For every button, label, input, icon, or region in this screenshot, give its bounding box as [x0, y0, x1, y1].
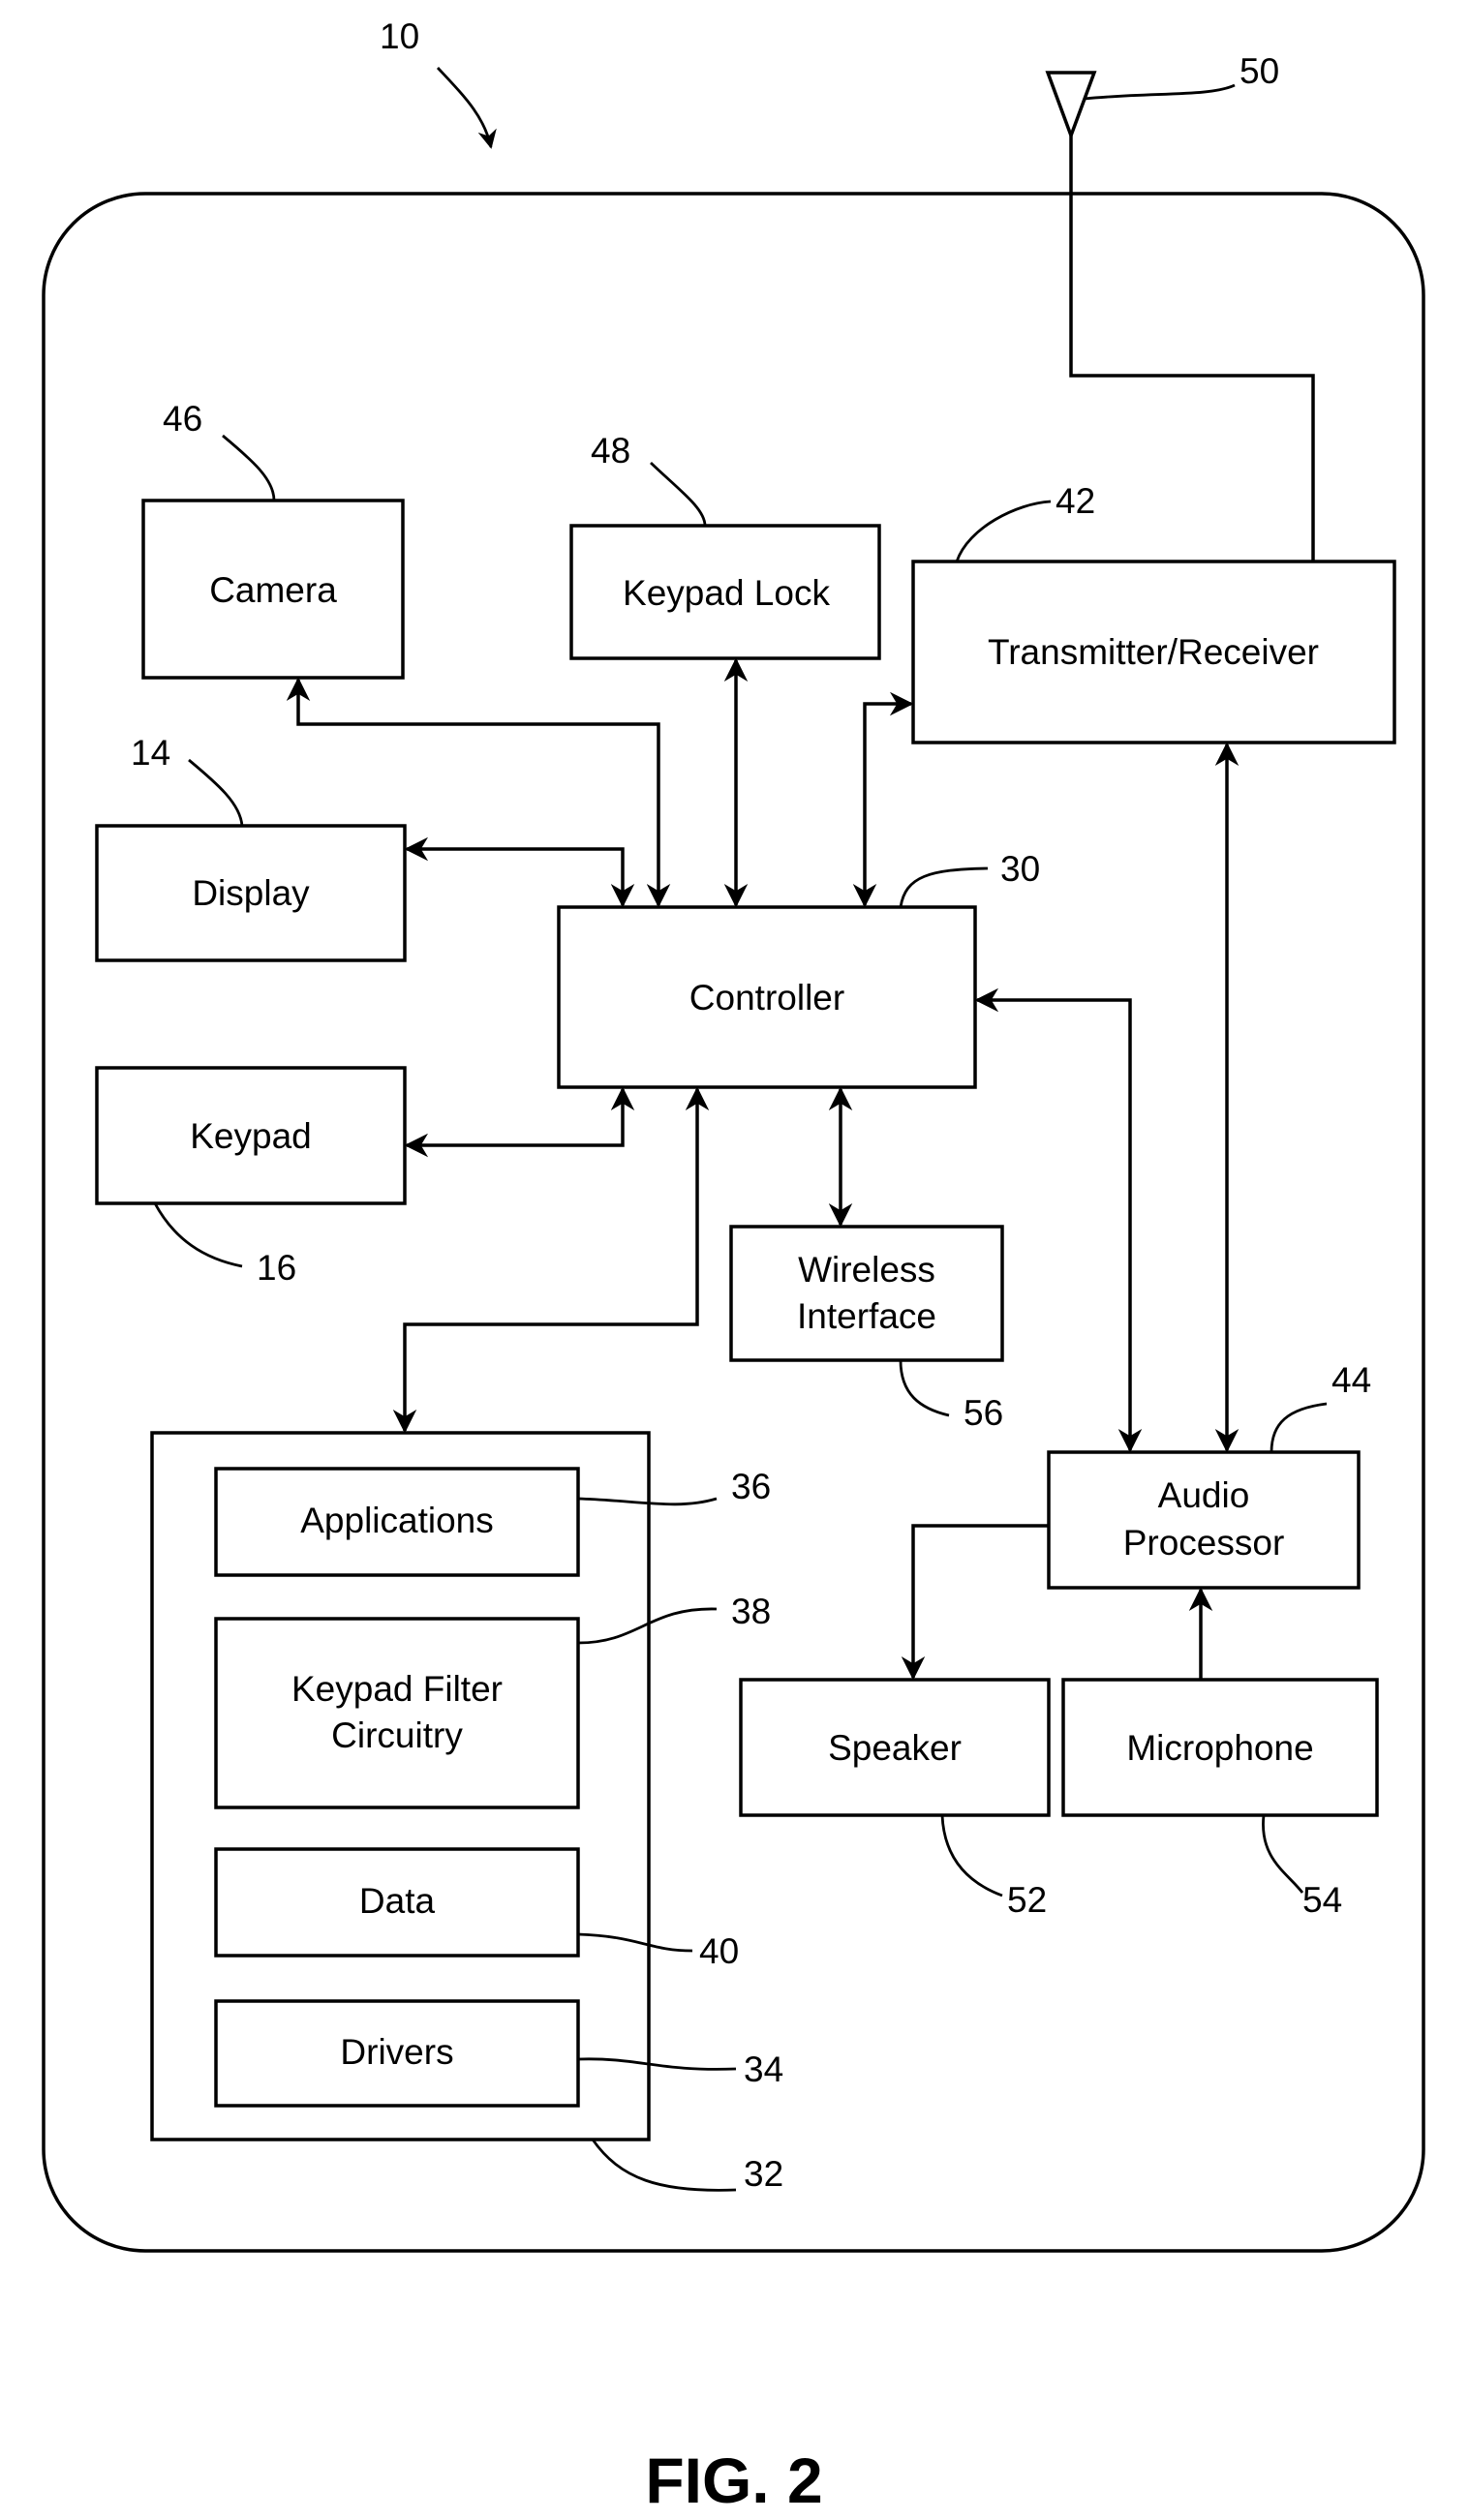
camera-block: Camera — [141, 499, 405, 680]
microphone-block: Microphone — [1061, 1678, 1379, 1817]
ref-drivers: 34 — [744, 2049, 783, 2089]
keypad-filter-label-2: Circuitry — [331, 1715, 463, 1755]
drivers-block: Drivers — [214, 1999, 580, 2108]
ref-transceiver: 42 — [1056, 481, 1095, 521]
keypad-filter-label-1: Keypad Filter — [291, 1669, 503, 1709]
keypad-filter-block: Keypad Filter Circuitry — [214, 1617, 580, 1809]
ref-memory: 32 — [744, 2154, 783, 2194]
audio-label-2: Processor — [1123, 1523, 1285, 1563]
display-label: Display — [192, 873, 310, 913]
ref-device: 10 — [380, 16, 419, 56]
ref-controller: 30 — [1000, 849, 1040, 889]
ref-speaker: 52 — [1007, 1880, 1047, 1920]
transceiver-block: Transmitter/Receiver — [911, 560, 1396, 744]
block-diagram: 10 50 Camera 46 Keypad Lock 48 Transmitt… — [42, 16, 1425, 2516]
ref-camera: 46 — [163, 399, 202, 439]
ref-antenna: 50 — [1239, 51, 1279, 91]
antenna-leader — [1084, 83, 1236, 101]
figure-caption: FIG. 2 — [645, 2444, 822, 2516]
ref-data: 40 — [699, 1931, 739, 1971]
ref-audio: 44 — [1331, 1360, 1371, 1400]
ref-keypad-lock: 48 — [591, 431, 630, 471]
audio-processor-block: Audio Processor — [1047, 1450, 1361, 1590]
display-block: Display — [95, 824, 407, 962]
ref-wireless: 56 — [964, 1393, 1003, 1433]
keypad-lock-label: Keypad Lock — [623, 573, 830, 613]
ref-applications: 36 — [731, 1467, 771, 1506]
wireless-label-1: Wireless — [798, 1250, 935, 1290]
speaker-label: Speaker — [828, 1728, 962, 1768]
microphone-label: Microphone — [1126, 1728, 1313, 1768]
wireless-interface-block: Wireless Interface — [729, 1225, 1004, 1362]
drivers-label: Drivers — [340, 2032, 453, 2072]
applications-block: Applications — [214, 1467, 580, 1577]
transceiver-label: Transmitter/Receiver — [988, 632, 1319, 672]
audio-label-1: Audio — [1158, 1475, 1250, 1515]
camera-label: Camera — [209, 570, 337, 610]
controller-label: Controller — [689, 978, 844, 1017]
controller-block: Controller — [557, 905, 977, 1089]
antenna-icon — [1045, 71, 1097, 141]
ref-keypad: 16 — [257, 1248, 296, 1288]
keypad-block: Keypad — [95, 1066, 407, 1205]
speaker-block: Speaker — [739, 1678, 1051, 1817]
data-label: Data — [359, 1881, 436, 1921]
ref-keypad-filter: 38 — [731, 1592, 771, 1631]
ref-microphone: 54 — [1302, 1880, 1342, 1920]
data-block: Data — [214, 1847, 580, 1958]
keypad-lock-block: Keypad Lock — [569, 524, 881, 660]
keypad-label: Keypad — [190, 1116, 312, 1156]
applications-label: Applications — [300, 1501, 494, 1540]
device-ref-arrow — [436, 67, 497, 149]
wireless-label-2: Interface — [797, 1296, 936, 1336]
ref-display: 14 — [131, 733, 170, 773]
